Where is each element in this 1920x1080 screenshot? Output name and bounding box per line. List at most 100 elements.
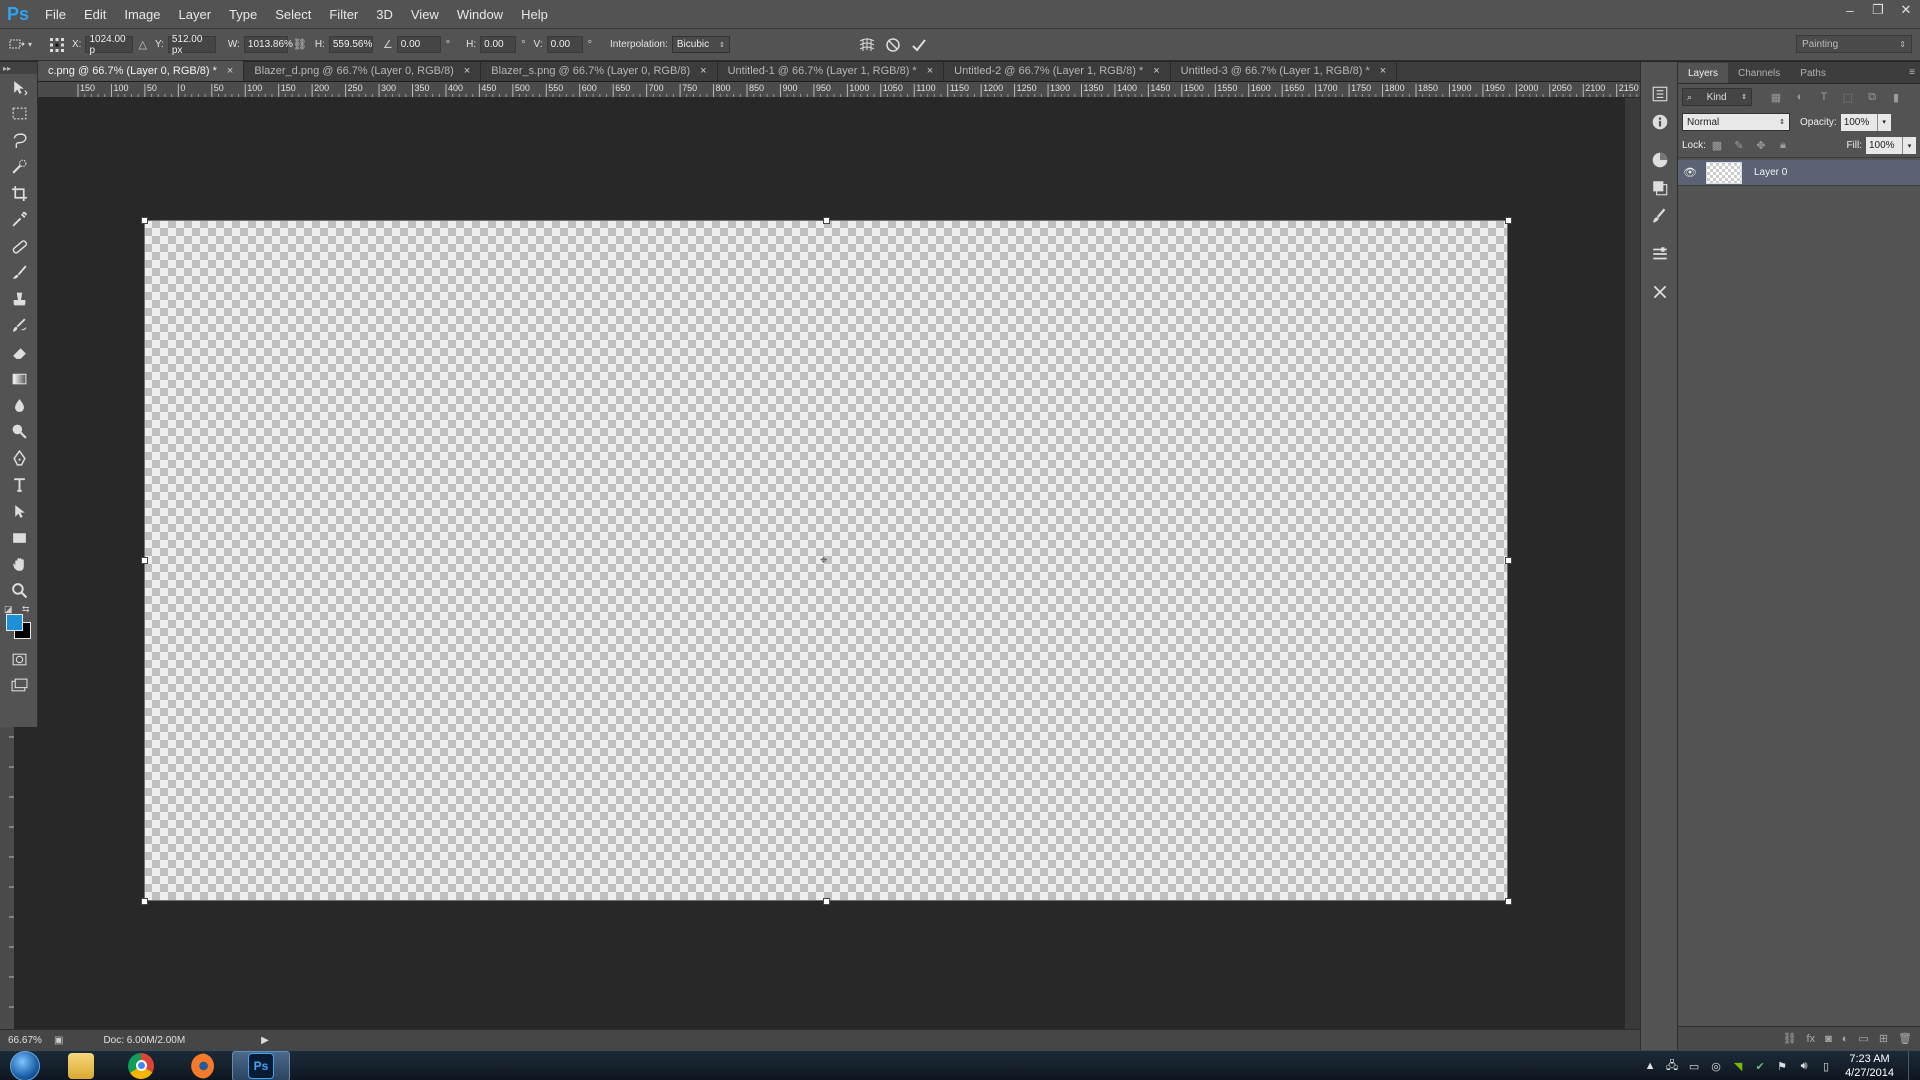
- swatches-panel-icon[interactable]: [1641, 174, 1679, 202]
- info-icon[interactable]: ▣: [54, 1035, 63, 1046]
- adjustments-panel-icon[interactable]: [1641, 240, 1679, 268]
- taskbar-explorer[interactable]: [52, 1051, 110, 1080]
- network-icon[interactable]: 🖧︎: [1661, 1057, 1683, 1076]
- panel-menu-icon[interactable]: ≡: [1909, 67, 1920, 78]
- tool-presets-icon[interactable]: [1641, 278, 1679, 306]
- start-button[interactable]: [0, 1050, 50, 1080]
- minimize-button[interactable]: –: [1836, 0, 1864, 20]
- height-input[interactable]: 559.56%: [328, 36, 373, 53]
- volume-icon[interactable]: 🔊︎: [1793, 1060, 1815, 1073]
- transform-handle-top[interactable]: [823, 217, 830, 224]
- close-icon[interactable]: ×: [464, 65, 470, 77]
- commit-transform-icon[interactable]: [908, 34, 930, 56]
- taskbar-chrome[interactable]: [112, 1051, 170, 1080]
- clone-stamp-tool[interactable]: [0, 286, 38, 313]
- new-layer-icon[interactable]: ⊞: [1879, 1032, 1888, 1045]
- y-input[interactable]: 512.00 px: [167, 34, 216, 56]
- quick-selection-tool[interactable]: [0, 154, 38, 181]
- zoom-tool[interactable]: [0, 578, 38, 605]
- link-icon[interactable]: ⛓: [293, 38, 307, 51]
- move-tool[interactable]: [0, 74, 38, 101]
- eraser-tool[interactable]: [0, 339, 38, 366]
- tab-untitled-3[interactable]: Untitled-3 @ 66.7% (Layer 1, RGB/8) * ×: [1171, 61, 1398, 81]
- close-button[interactable]: ✕: [1892, 0, 1920, 20]
- menu-edit[interactable]: Edit: [75, 0, 115, 29]
- nvidia-icon[interactable]: ◥: [1727, 1060, 1749, 1073]
- info-panel-icon[interactable]: [1641, 108, 1679, 136]
- new-group-icon[interactable]: ▭: [1858, 1032, 1868, 1045]
- layer-style-icon[interactable]: fx: [1807, 1033, 1816, 1045]
- vertical-ruler[interactable]: [0, 727, 14, 1029]
- filter-pixel-icon[interactable]: ▦: [1764, 88, 1788, 106]
- tool-preset-icon[interactable]: [6, 34, 28, 56]
- close-icon[interactable]: ×: [927, 65, 933, 77]
- rotate-input[interactable]: 0.00: [396, 36, 441, 53]
- screen-mode-tool[interactable]: [0, 673, 38, 700]
- transform-handle-right[interactable]: [1505, 557, 1512, 564]
- eyedropper-tool[interactable]: [0, 207, 38, 234]
- menu-type[interactable]: Type: [220, 0, 266, 29]
- reference-point-icon[interactable]: ⌖: [820, 552, 827, 568]
- show-desktop-button[interactable]: [1908, 1051, 1920, 1080]
- transform-handle-top-right[interactable]: [1505, 217, 1512, 224]
- fill-chevron-icon[interactable]: ▾: [1902, 137, 1916, 154]
- menu-select[interactable]: Select: [266, 0, 320, 29]
- x-input[interactable]: 1024.00 p: [85, 34, 134, 56]
- blur-tool[interactable]: [0, 392, 38, 419]
- tab-c-png[interactable]: c.png @ 66.7% (Layer 0, RGB/8) * ×: [38, 61, 245, 81]
- color-panel-icon[interactable]: [1641, 146, 1679, 174]
- restore-button[interactable]: ❐: [1864, 0, 1892, 20]
- v-skew-input[interactable]: 0.00: [546, 36, 583, 53]
- menu-3d[interactable]: 3D: [367, 0, 402, 29]
- filter-kind-select[interactable]: ⌕ Kind ⇕: [1682, 88, 1752, 106]
- width-input[interactable]: 1013.86%: [243, 36, 293, 53]
- menu-layer[interactable]: Layer: [170, 0, 221, 29]
- zoom-level[interactable]: 66.67%: [0, 1035, 48, 1046]
- status-menu-arrow-icon[interactable]: ▶: [261, 1035, 269, 1046]
- tab-paths[interactable]: Paths: [1790, 63, 1836, 83]
- menu-file[interactable]: File: [36, 0, 75, 29]
- brush-tool[interactable]: [0, 260, 38, 287]
- delete-layer-icon[interactable]: 🗑︎: [1898, 1032, 1912, 1045]
- close-icon[interactable]: ×: [700, 65, 706, 77]
- delta-icon[interactable]: △: [138, 38, 146, 51]
- show-hidden-icons-icon[interactable]: ▲: [1639, 1060, 1661, 1072]
- taskbar-photoshop[interactable]: Ps: [232, 1050, 290, 1080]
- close-icon[interactable]: ×: [1153, 65, 1159, 77]
- add-mask-icon[interactable]: ◙: [1825, 1033, 1832, 1045]
- filter-adjustment-icon[interactable]: ◐: [1788, 88, 1812, 106]
- gradient-tool[interactable]: [0, 366, 38, 393]
- layer-thumbnail[interactable]: [1706, 161, 1742, 184]
- lock-position-icon[interactable]: ✥: [1750, 137, 1772, 155]
- filter-toggle-icon[interactable]: ▮: [1884, 88, 1908, 106]
- lock-image-icon[interactable]: ✎: [1728, 137, 1750, 155]
- canvas-workspace[interactable]: ⌖: [38, 98, 1640, 1029]
- pen-tool[interactable]: [0, 445, 38, 472]
- transform-handle-bottom-right[interactable]: [1505, 898, 1512, 905]
- workspace-switcher[interactable]: Painting ⇕: [1796, 35, 1912, 53]
- action-center-flag-icon[interactable]: ⚑: [1771, 1060, 1793, 1073]
- filter-type-icon[interactable]: T: [1812, 88, 1836, 106]
- cancel-transform-icon[interactable]: [882, 34, 904, 56]
- h-skew-input[interactable]: 0.00: [480, 36, 517, 53]
- tab-layers[interactable]: Layers: [1678, 63, 1729, 83]
- reference-point-icon[interactable]: [46, 34, 68, 56]
- opacity-chevron-icon[interactable]: ▾: [1876, 113, 1891, 131]
- tab-untitled-1[interactable]: Untitled-1 @ 66.7% (Layer 1, RGB/8) * ×: [718, 61, 945, 81]
- taskbar-blender[interactable]: [172, 1051, 230, 1080]
- type-tool[interactable]: [0, 472, 38, 499]
- vertical-scrollbar[interactable]: [1625, 98, 1640, 1029]
- interpolation-select[interactable]: Bicubic ⇕: [671, 36, 730, 53]
- fill-input[interactable]: 100%: [1866, 137, 1902, 154]
- history-brush-tool[interactable]: [0, 313, 38, 340]
- lasso-tool[interactable]: [0, 127, 38, 154]
- tab-blazer-d[interactable]: Blazer_d.png @ 66.7% (Layer 0, RGB/8) ×: [244, 61, 482, 81]
- dodge-tool[interactable]: [0, 419, 38, 446]
- taskbar-clock[interactable]: 7:23 AM 4/27/2014: [1845, 1052, 1894, 1080]
- tab-blazer-s[interactable]: Blazer_s.png @ 66.7% (Layer 0, RGB/8) ×: [481, 61, 718, 81]
- filter-shape-icon[interactable]: ⬚: [1836, 88, 1860, 106]
- lock-transparent-icon[interactable]: ▩: [1706, 137, 1728, 155]
- display-icon[interactable]: ▯: [1815, 1060, 1837, 1073]
- blend-mode-select[interactable]: Normal ⇕: [1682, 113, 1790, 131]
- transform-handle-top-left[interactable]: [141, 217, 148, 224]
